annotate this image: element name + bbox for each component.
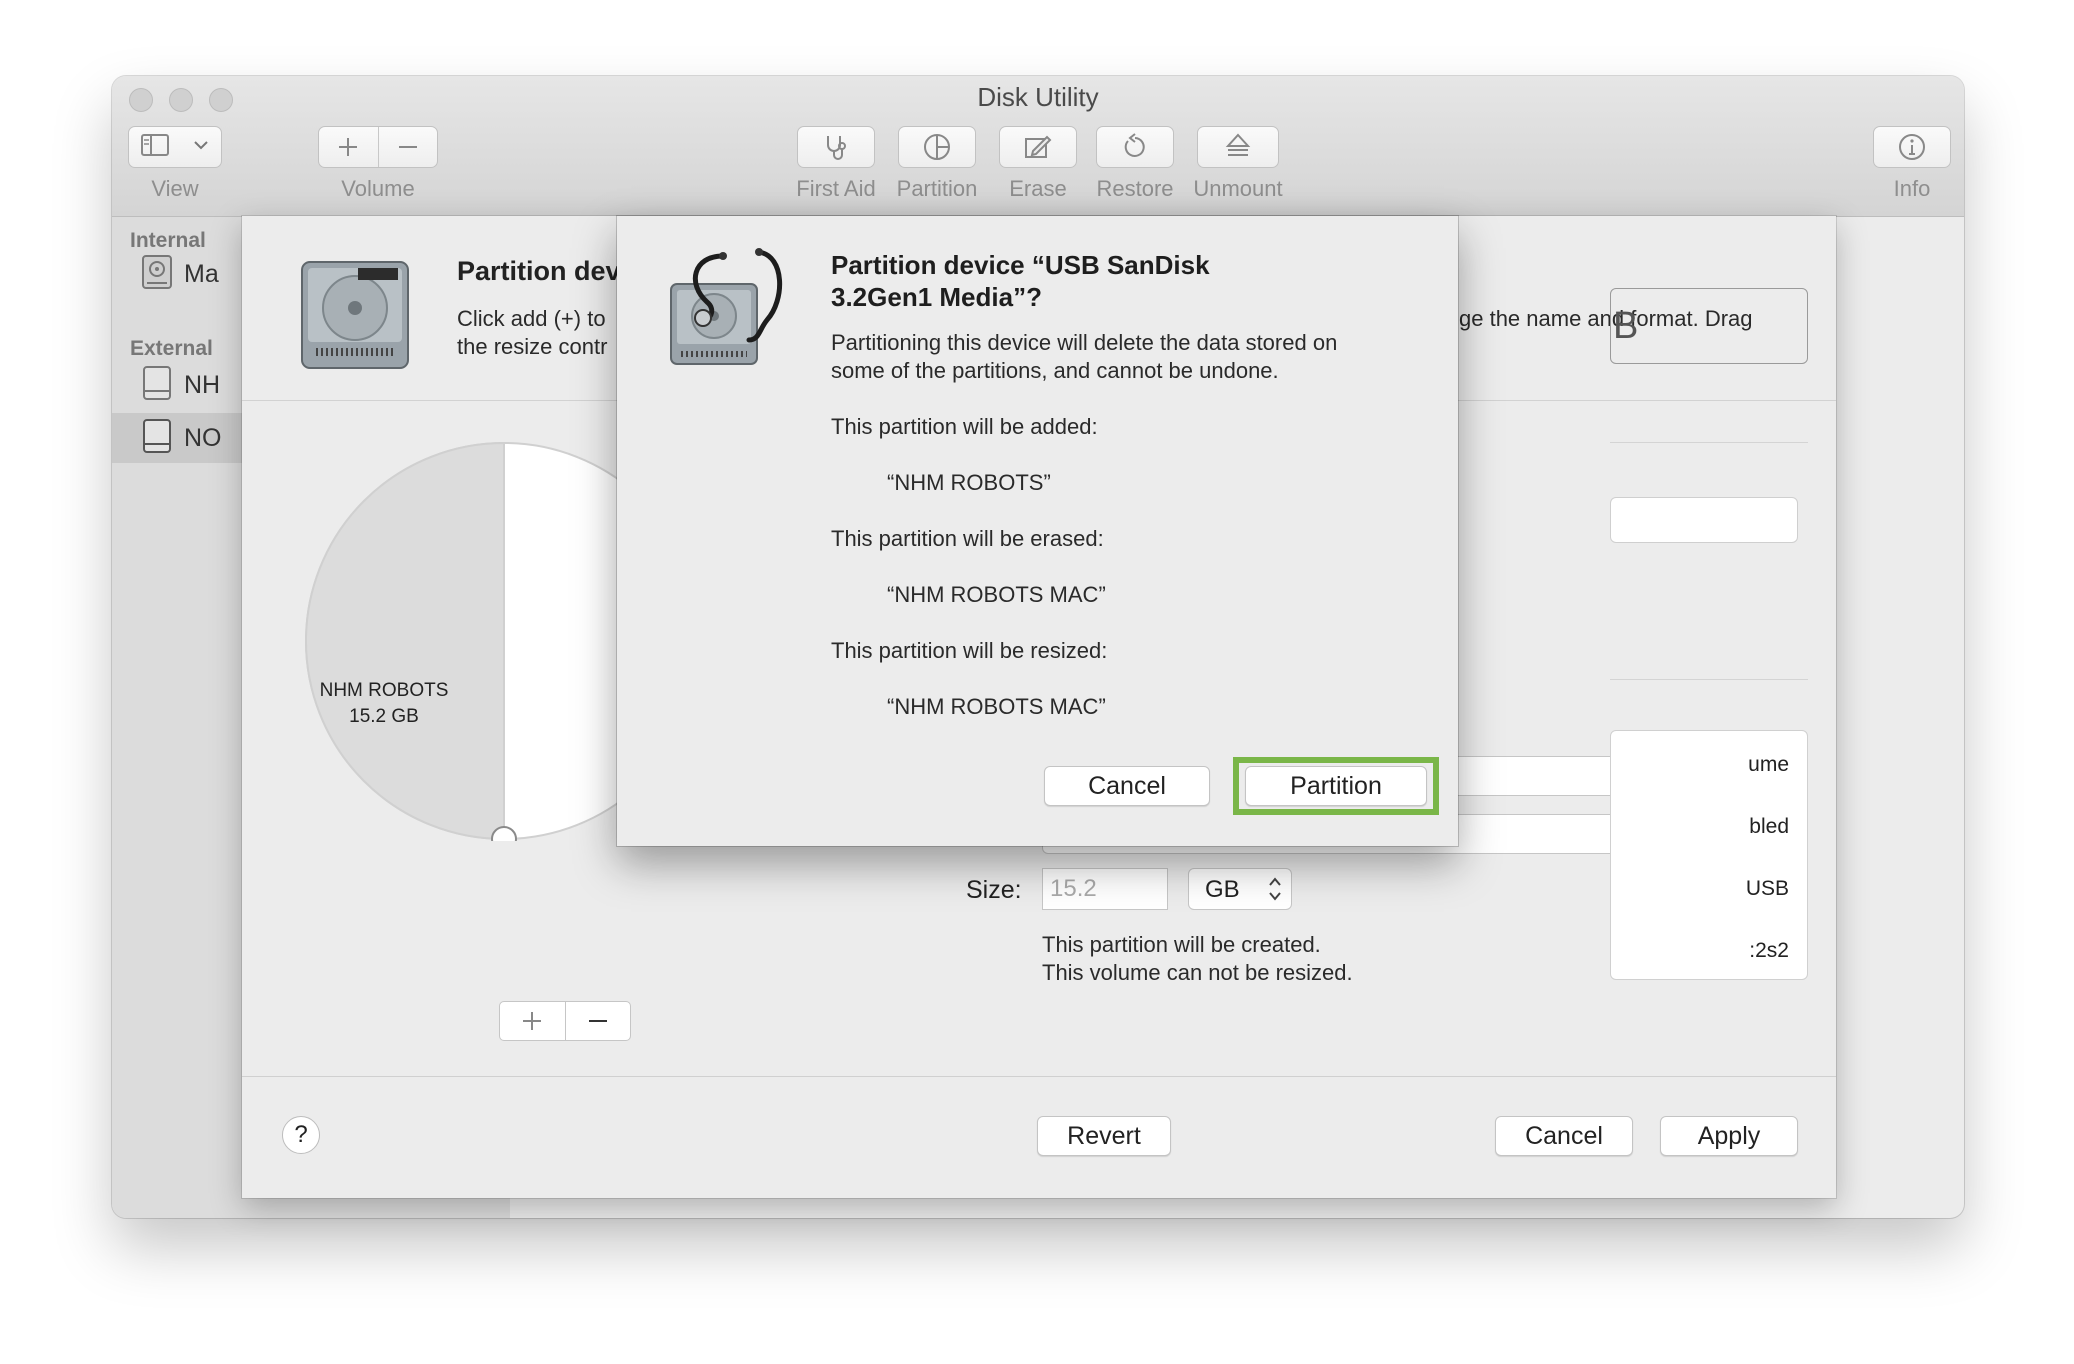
toolbar-unmount: Unmount — [1178, 126, 1298, 202]
resize-handle[interactable] — [491, 826, 517, 852]
revert-button[interactable]: Revert — [1037, 1116, 1171, 1156]
add-partition-button[interactable] — [500, 1002, 566, 1040]
added-label: This partition will be added: — [831, 414, 1098, 439]
size-field[interactable]: 15.2 — [1042, 868, 1168, 910]
resized-partition-name: “NHM ROBOTS MAC” — [887, 694, 1106, 719]
info-value-2: bled — [1749, 815, 1789, 838]
restore-icon — [1124, 133, 1145, 157]
updown-chevron-icon — [1267, 875, 1283, 908]
erase-icon — [1025, 135, 1052, 158]
erase-label: Erase — [1009, 176, 1067, 201]
dialog-cancel-button[interactable]: Cancel — [1044, 766, 1210, 806]
sheet-title: Partition dev — [457, 256, 621, 286]
sheet-footer-divider — [242, 1076, 1836, 1077]
sheet-description-line-2: the resize contr — [457, 334, 608, 359]
divider — [1610, 679, 1808, 680]
pie-partition-name: NHM ROBOTS — [319, 680, 449, 701]
plus-icon — [523, 1012, 542, 1030]
dialog-title-line-2: 3.2Gen1 Media”? — [831, 282, 1042, 312]
dialog-message-line-1: Partitioning this device will delete the… — [831, 330, 1338, 355]
volume-label: Volume — [341, 176, 415, 201]
title-bar: Disk Utility View Volume First Aid Parti… — [112, 76, 1964, 217]
eject-icon — [1225, 133, 1251, 156]
volume-resize-note: This volume can not be resized. — [1042, 960, 1353, 985]
external-drive-icon — [140, 417, 174, 460]
add-volume-button[interactable] — [319, 127, 379, 167]
sidebar-icon — [141, 133, 169, 161]
partition-toolbar-button[interactable] — [898, 126, 976, 168]
info-value-1: ume — [1748, 753, 1789, 776]
sidebar-header-external: External — [130, 337, 213, 360]
chevron-down-icon — [193, 138, 209, 156]
sheet-description-line-1: Click add (+) to — [457, 306, 606, 331]
toolbar-partition: Partition — [882, 126, 992, 202]
dialog-message-line-2: some of the partitions, and cannot be un… — [831, 358, 1279, 383]
sidebar-item-label: NH — [184, 370, 221, 399]
plus-icon — [339, 138, 358, 156]
sheet-cancel-button[interactable]: Cancel — [1495, 1116, 1633, 1156]
partition-add-remove-control — [499, 1001, 631, 1041]
erased-partition-name: “NHM ROBOTS MAC” — [887, 582, 1106, 607]
divider — [1610, 442, 1808, 443]
size-unit-popup[interactable]: GB — [1188, 868, 1292, 910]
resized-label: This partition will be resized: — [831, 638, 1108, 663]
internal-drive-icon — [140, 253, 174, 296]
pie-chart-icon — [924, 134, 950, 160]
restore-button[interactable] — [1096, 126, 1174, 168]
device-size-box: B — [1610, 288, 1808, 364]
apply-button[interactable]: Apply — [1660, 1116, 1798, 1156]
size-unit-value: GB — [1205, 876, 1240, 903]
toolbar-volume: Volume — [318, 126, 438, 202]
unmount-button[interactable] — [1197, 126, 1279, 168]
view-button[interactable] — [128, 126, 222, 168]
toolbar-info: Info — [1872, 126, 1952, 202]
sidebar-item-label: NO — [184, 423, 222, 452]
restore-label: Restore — [1096, 176, 1174, 201]
pie-partition-size: 15.2 GB — [349, 706, 419, 727]
erased-label: This partition will be erased: — [831, 526, 1104, 551]
dialog-partition-button[interactable]: Partition — [1245, 766, 1427, 806]
volume-segmented-control — [318, 126, 438, 168]
info-button[interactable] — [1873, 126, 1951, 168]
partition-created-note: This partition will be created. — [1042, 932, 1321, 957]
toolbar-erase: Erase — [988, 126, 1088, 202]
remove-partition-button[interactable] — [566, 1002, 631, 1040]
erase-button[interactable] — [999, 126, 1077, 168]
info-value-3: USB — [1745, 877, 1789, 900]
toolbar-restore: Restore — [1080, 126, 1190, 202]
first-aid-button[interactable] — [797, 126, 875, 168]
confirm-partition-dialog: Partition device “USB SanDisk 3.2Gen1 Me… — [617, 216, 1458, 846]
external-drive-icon — [140, 364, 174, 407]
toolbar-view: View — [128, 126, 222, 202]
size-label: Size: — [966, 876, 1022, 904]
info-icon — [1899, 134, 1925, 160]
remove-volume-button[interactable] — [379, 127, 438, 167]
pie-slice-nhm-robots[interactable] — [305, 441, 505, 841]
minus-icon — [588, 1020, 607, 1022]
first-aid-drive-icon — [663, 244, 793, 379]
window-title: Disk Utility — [977, 82, 1099, 112]
info-label: Info — [1893, 176, 1931, 201]
hard-drive-icon — [296, 256, 414, 379]
device-info-box: ume bled USB :2s2 — [1610, 730, 1808, 980]
dialog-title-line-1: Partition device “USB SanDisk — [831, 250, 1210, 280]
added-partition-name: “NHM ROBOTS” — [887, 470, 1051, 495]
minus-icon — [398, 146, 417, 148]
field-stub[interactable] — [1610, 497, 1798, 543]
view-label: View — [151, 176, 199, 201]
stethoscope-icon — [827, 136, 846, 160]
help-button[interactable]: ? — [282, 1116, 320, 1154]
sidebar-item-label: Ma — [184, 259, 219, 288]
unmount-label: Unmount — [1193, 176, 1283, 201]
partition-toolbar-label: Partition — [896, 176, 978, 201]
first-aid-label: First Aid — [796, 176, 876, 201]
toolbar-first-aid: First Aid — [776, 126, 896, 202]
info-value-4: :2s2 — [1749, 939, 1789, 962]
